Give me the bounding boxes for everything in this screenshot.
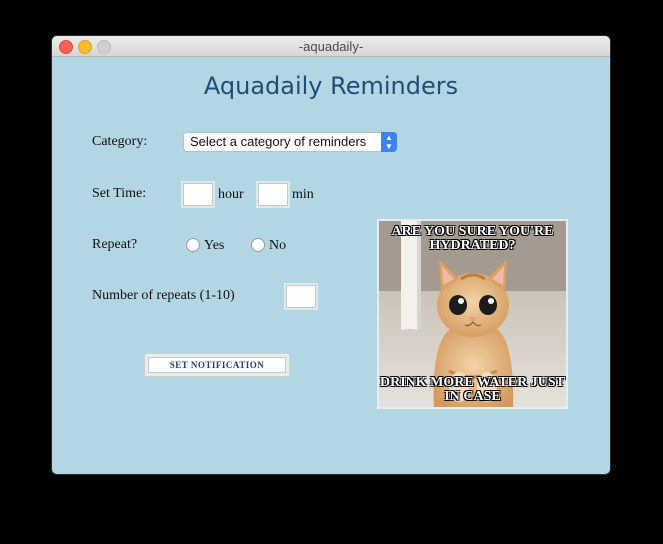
category-label: Category: [92, 134, 148, 149]
meme-top-text: ARE YOU SURE YOU'RE HYDRATED? [391, 224, 554, 253]
meme-bottom-text: DRINK MORE WATER JUST IN CASE [379, 375, 565, 404]
repeats-count-label: Number of repeats (1-10) [92, 288, 235, 303]
repeat-label: Repeat? [92, 237, 138, 252]
hour-input[interactable] [181, 181, 215, 208]
title-bar[interactable]: -aquadaily- [52, 36, 610, 57]
set-notification-button[interactable]: SET NOTIFICATION [148, 357, 286, 373]
minute-input[interactable] [256, 181, 290, 208]
repeat-yes-label: Yes [204, 238, 225, 253]
page-title: Aquadaily Reminders [203, 72, 459, 100]
app-window: -aquadaily- Aquadaily Reminders Category… [52, 36, 610, 474]
window-title: -aquadaily- [298, 39, 364, 54]
set-time-label: Set Time: [92, 186, 147, 201]
chevron-updown-icon: ▲ ▼ [381, 132, 397, 152]
hour-unit-label: hour [218, 187, 244, 202]
hydration-meme-image: ARE YOU SURE YOU'RE HYDRATED? DRINK MORE… [377, 219, 568, 409]
min-unit-label: min [292, 187, 314, 202]
repeats-count-input[interactable] [284, 283, 318, 310]
main-content: Aquadaily Reminders Category: Select a c… [52, 57, 610, 474]
category-select[interactable]: Select a category of reminders ▲ ▼ [183, 132, 397, 152]
repeat-no-label: No [269, 238, 287, 253]
repeat-yes-radio[interactable] [186, 238, 200, 252]
set-notification-button-frame: SET NOTIFICATION [144, 353, 290, 377]
repeat-no-radio[interactable] [251, 238, 265, 252]
category-select-value: Select a category of reminders [190, 134, 367, 149]
